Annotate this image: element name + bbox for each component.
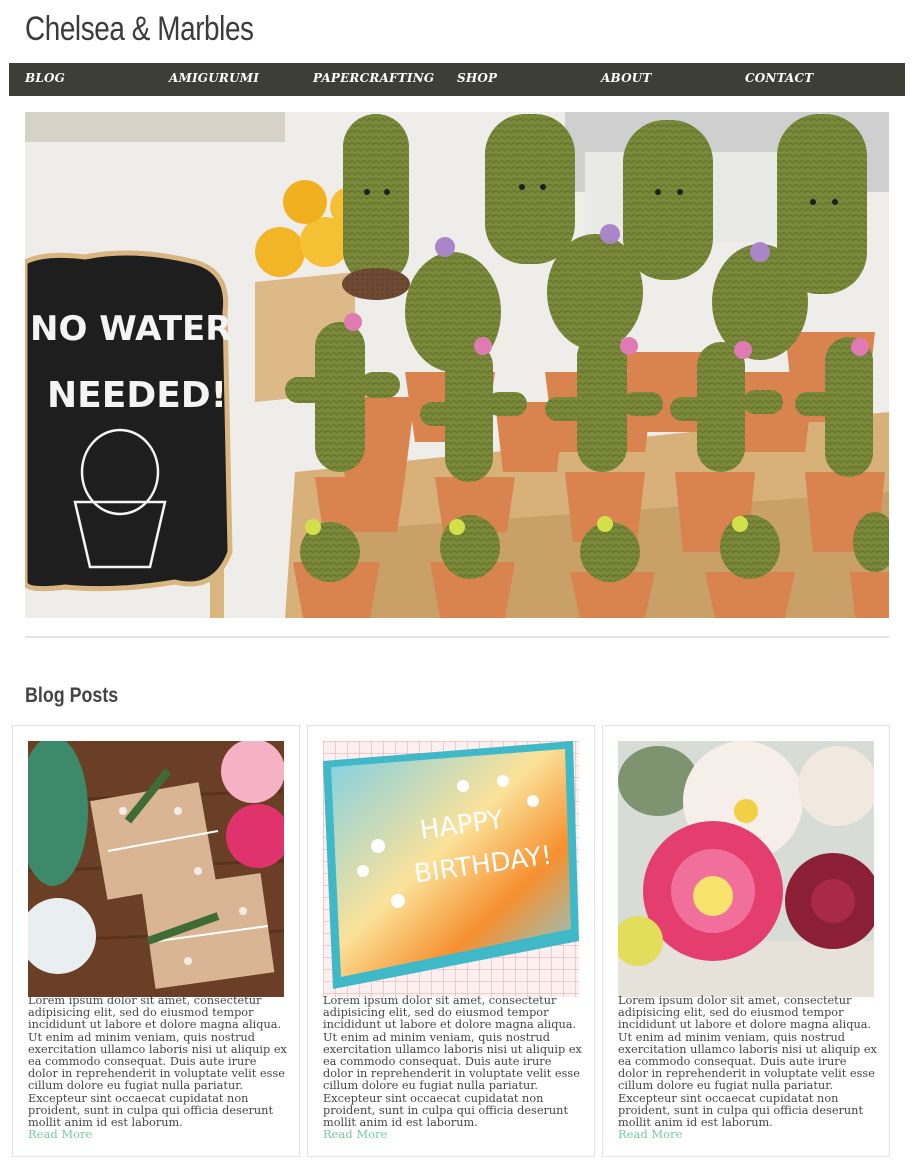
nav-item-about[interactable]: ABOUT <box>601 63 652 96</box>
hero-image: NO WATER NEEDED! <box>25 112 889 618</box>
sign-text-line1: NO WATER <box>30 309 231 349</box>
sign-text-line2: NEEDED! <box>47 375 227 416</box>
post-thumbnail[interactable]: HAPPY BIRTHDAY! <box>323 741 579 997</box>
blog-post-card: Lorem ipsum dolor sit amet, consectetur … <box>12 725 300 1157</box>
nav-item-blog[interactable]: BLOG <box>25 63 65 96</box>
blog-post-card: HAPPY BIRTHDAY! Lorem ipsum dolor sit am… <box>307 725 595 1157</box>
main-nav: BLOG AMIGURUMI PAPERCRAFTING SHOP ABOUT … <box>9 63 905 96</box>
nav-item-amigurumi[interactable]: AMIGURUMI <box>169 63 259 96</box>
blog-post-card: Lorem ipsum dolor sit amet, consectetur … <box>602 725 890 1157</box>
read-more-link[interactable]: Read More <box>323 1127 387 1141</box>
read-more-link[interactable]: Read More <box>618 1127 682 1141</box>
section-divider <box>25 636 889 638</box>
nav-item-shop[interactable]: SHOP <box>457 63 497 96</box>
post-thumbnail[interactable] <box>28 741 284 997</box>
post-excerpt: Lorem ipsum dolor sit amet, consectetur … <box>618 994 877 1130</box>
read-more-link[interactable]: Read More <box>28 1127 92 1141</box>
post-excerpt: Lorem ipsum dolor sit amet, consectetur … <box>28 994 287 1130</box>
site-title[interactable]: Chelsea & Marbles <box>25 10 254 49</box>
post-excerpt: Lorem ipsum dolor sit amet, consectetur … <box>323 994 582 1130</box>
nav-item-contact[interactable]: CONTACT <box>745 63 813 96</box>
nav-item-papercrafting[interactable]: PAPERCRAFTING <box>313 63 434 96</box>
blog-posts-heading: Blog Posts <box>25 684 119 707</box>
post-thumbnail[interactable] <box>618 741 874 997</box>
